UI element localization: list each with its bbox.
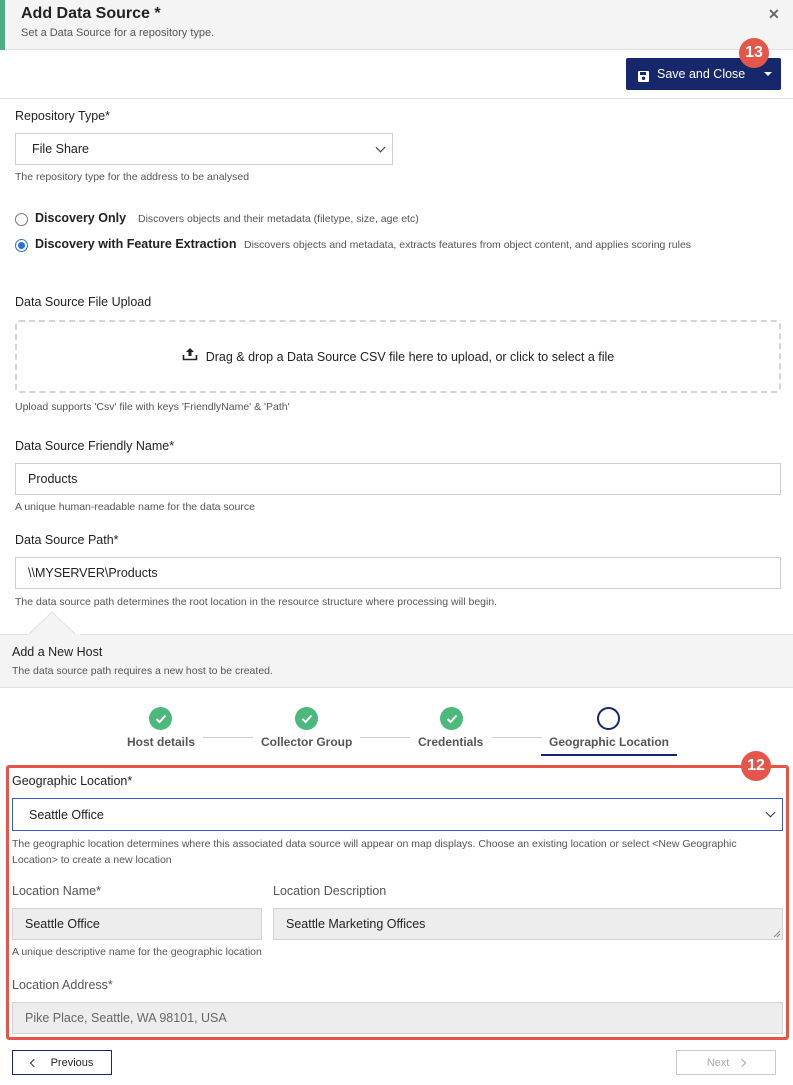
step-geographic-location-circle-icon bbox=[597, 707, 620, 730]
chevron-down-icon[interactable] bbox=[764, 72, 772, 76]
chevron-right-icon bbox=[738, 1058, 747, 1067]
repository-type-select[interactable]: File Share bbox=[15, 133, 393, 165]
step-collector-group[interactable]: Collector Group bbox=[261, 735, 352, 749]
geographic-location-label: Geographic Location* bbox=[12, 774, 133, 788]
step-connector bbox=[360, 737, 410, 738]
chevron-left-icon bbox=[29, 1058, 38, 1067]
upload-icon bbox=[182, 346, 198, 367]
add-host-panel bbox=[0, 634, 793, 688]
discovery-only-label[interactable]: Discovery Only bbox=[35, 211, 126, 225]
friendly-name-label: Data Source Friendly Name* bbox=[15, 439, 175, 453]
file-upload-label: Data Source File Upload bbox=[15, 295, 152, 309]
previous-button[interactable]: Previous bbox=[12, 1050, 112, 1075]
step-credentials[interactable]: Credentials bbox=[418, 735, 483, 749]
repository-type-help: The repository type for the address to b… bbox=[15, 171, 250, 183]
header-accent-bar bbox=[0, 0, 5, 50]
friendly-name-help: A unique human-readable name for the dat… bbox=[15, 501, 255, 513]
discovery-only-radio[interactable] bbox=[15, 213, 28, 226]
panel-pointer bbox=[28, 611, 80, 636]
chevron-down-icon bbox=[765, 807, 776, 818]
repository-type-label: Repository Type* bbox=[15, 109, 110, 123]
add-host-title: Add a New Host bbox=[12, 645, 103, 659]
discovery-feature-extraction-description: Discovers objects and metadata, extracts… bbox=[244, 239, 692, 251]
chevron-down-icon bbox=[375, 142, 386, 153]
annotation-badge-12: 12 bbox=[741, 751, 771, 781]
geographic-location-value: Seattle Office bbox=[29, 807, 104, 822]
next-button[interactable]: Next bbox=[676, 1050, 776, 1075]
close-icon[interactable]: ✕ bbox=[768, 6, 780, 23]
geographic-location-help: The geographic location determines where… bbox=[12, 838, 737, 866]
dialog-title: Add Data Source * bbox=[21, 5, 161, 22]
friendly-name-input[interactable]: Products bbox=[15, 463, 781, 495]
save-and-close-label: Save and Close bbox=[657, 67, 746, 81]
file-upload-dropzone[interactable]: Drag & drop a Data Source CSV file here … bbox=[15, 320, 781, 393]
location-address-label: Location Address* bbox=[12, 978, 113, 992]
step-host-details-check-icon bbox=[149, 707, 172, 730]
data-source-path-label: Data Source Path* bbox=[15, 533, 119, 547]
previous-label: Previous bbox=[50, 1056, 94, 1069]
step-geographic-location[interactable]: Geographic Location bbox=[549, 735, 669, 749]
step-credentials-check-icon bbox=[440, 707, 463, 730]
location-description-textarea[interactable]: Seattle Marketing Offices bbox=[273, 908, 783, 940]
file-upload-help: Upload supports 'Csv' file with keys 'Fr… bbox=[15, 401, 290, 413]
location-name-help: A unique descriptive name for the geogra… bbox=[12, 946, 262, 958]
location-description-label: Location Description bbox=[273, 884, 387, 898]
discovery-feature-extraction-radio[interactable] bbox=[15, 239, 28, 252]
active-step-underline bbox=[541, 754, 677, 756]
data-source-path-input[interactable]: \\MYSERVER\Products bbox=[15, 557, 781, 589]
step-connector bbox=[203, 737, 253, 738]
data-source-path-help: The data source path determines the root… bbox=[15, 596, 498, 608]
dialog-subtitle: Set a Data Source for a repository type. bbox=[21, 27, 215, 39]
resize-handle-icon[interactable] bbox=[773, 930, 781, 938]
toolbar-divider bbox=[0, 98, 793, 99]
discovery-feature-extraction-label[interactable]: Discovery with Feature Extraction bbox=[35, 237, 236, 251]
discovery-only-description: Discovers objects and their metadata (fi… bbox=[138, 213, 419, 225]
location-name-label: Location Name* bbox=[12, 884, 101, 898]
annotation-badge-13: 13 bbox=[739, 38, 769, 68]
add-host-description: The data source path requires a new host… bbox=[12, 665, 273, 677]
step-collector-group-check-icon bbox=[295, 707, 318, 730]
step-connector bbox=[492, 737, 542, 738]
geographic-location-select[interactable]: Seattle Office bbox=[12, 798, 783, 831]
dropzone-text: Drag & drop a Data Source CSV file here … bbox=[205, 349, 615, 364]
step-host-details[interactable]: Host details bbox=[127, 735, 195, 749]
location-name-input[interactable]: Seattle Office bbox=[12, 908, 262, 940]
location-address-input[interactable]: Pike Place, Seattle, WA 98101, USA bbox=[12, 1002, 783, 1034]
repository-type-value: File Share bbox=[32, 142, 89, 156]
floppy-disk-icon bbox=[638, 69, 649, 82]
next-label: Next bbox=[706, 1056, 730, 1069]
